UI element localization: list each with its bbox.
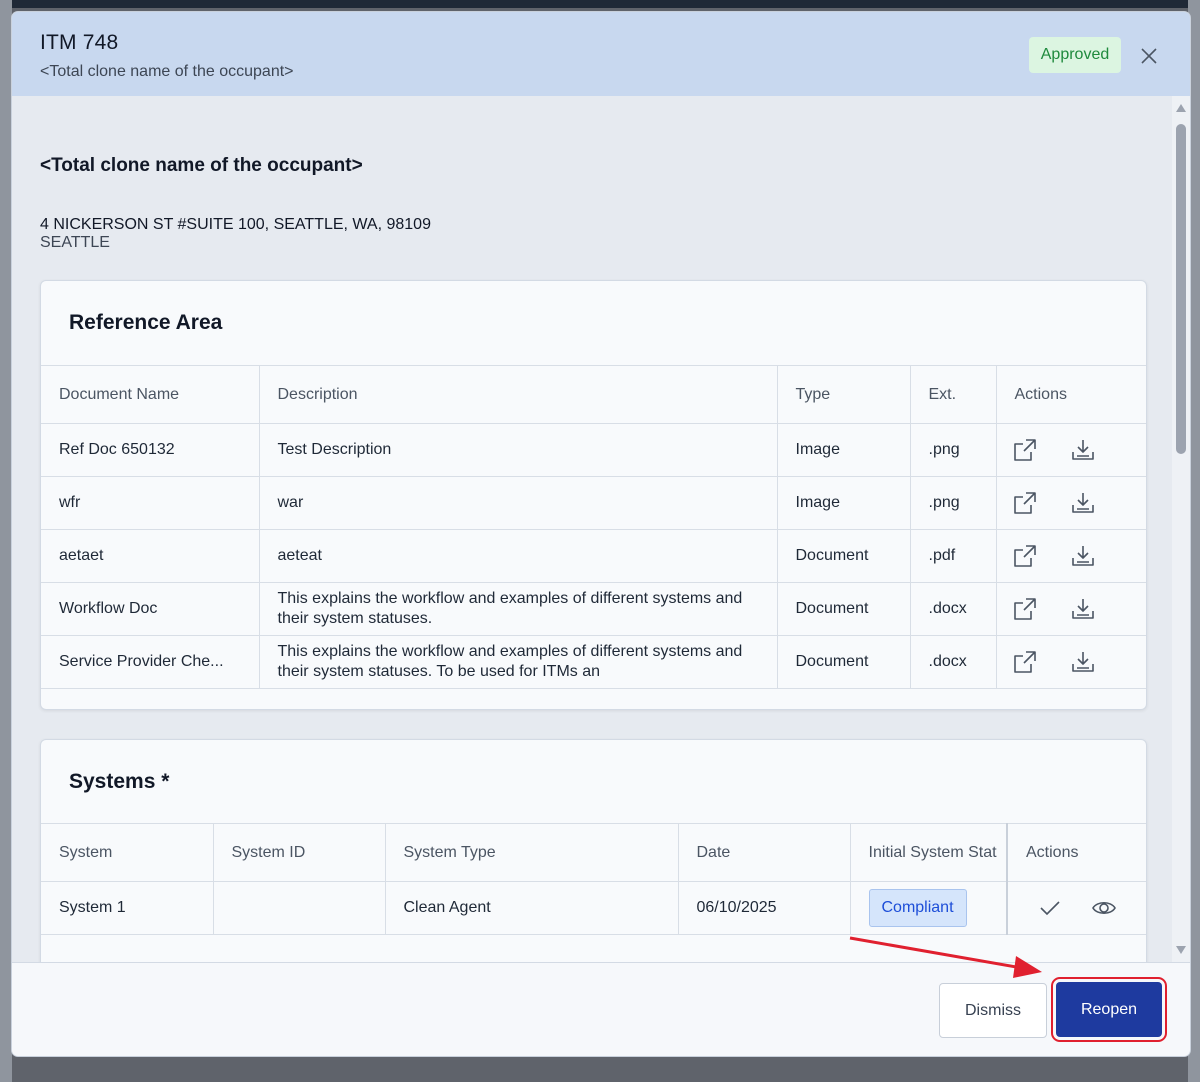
table-row: Service Provider Che... This explains the… xyxy=(41,635,1146,689)
download-icon[interactable] xyxy=(1069,595,1097,623)
column-header: Ext. xyxy=(910,365,997,424)
ext-cell: .docx xyxy=(910,582,997,636)
status-badge: Approved xyxy=(1029,37,1121,73)
type-cell: Document xyxy=(777,529,911,583)
backdrop-top-bar xyxy=(0,0,1200,8)
column-header: Date xyxy=(678,823,851,882)
column-header: System xyxy=(41,823,214,882)
column-header: System Type xyxy=(385,823,679,882)
ext-cell: .png xyxy=(910,423,997,477)
systems-table: System System ID System Type Date Initia… xyxy=(41,823,1146,935)
open-external-icon[interactable] xyxy=(1011,489,1039,517)
ext-cell: .png xyxy=(910,476,997,530)
download-icon[interactable] xyxy=(1069,436,1097,464)
description-cell: This explains the workflow and examples … xyxy=(259,635,778,689)
column-header: Actions xyxy=(996,365,1146,424)
table-row: aetaet aeteat Document .pdf xyxy=(41,529,1146,583)
download-icon[interactable] xyxy=(1069,648,1097,676)
actions-cell xyxy=(996,423,1146,477)
description-cell: aeteat xyxy=(259,529,778,583)
close-icon xyxy=(1141,48,1157,64)
modal-header: ITM 748 <Total clone name of the occupan… xyxy=(12,12,1190,96)
actions-cell xyxy=(996,476,1146,530)
ext-cell: .pdf xyxy=(910,529,997,583)
status-badge: Compliant xyxy=(868,889,967,927)
dismiss-button[interactable]: Dismiss xyxy=(939,983,1047,1038)
document-name-cell: wfr xyxy=(41,476,260,530)
reference-table: Document Name Description Type Ext. Acti… xyxy=(41,365,1146,689)
date-cell: 06/10/2025 xyxy=(678,881,851,935)
check-icon[interactable] xyxy=(1036,894,1064,922)
ext-cell: .docx xyxy=(910,635,997,689)
vertical-scrollbar[interactable] xyxy=(1172,96,1190,962)
systems-title: Systems * xyxy=(69,770,170,793)
document-name-cell: Service Provider Che... xyxy=(41,635,260,689)
actions-cell xyxy=(996,635,1146,689)
scroll-thumb[interactable] xyxy=(1176,124,1186,454)
document-name-cell: Workflow Doc xyxy=(41,582,260,636)
systems-card: Systems * System System ID System Type D… xyxy=(40,739,1147,962)
description-cell: This explains the workflow and examples … xyxy=(259,582,778,636)
scroll-down-arrow-icon[interactable] xyxy=(1176,946,1186,954)
actions-cell xyxy=(1007,881,1146,935)
document-name-cell: Ref Doc 650132 xyxy=(41,423,260,477)
open-external-icon[interactable] xyxy=(1011,595,1039,623)
modal-body: <Total clone name of the occupant> 4 NIC… xyxy=(12,96,1172,962)
type-cell: Image xyxy=(777,423,911,477)
description-cell: war xyxy=(259,476,778,530)
open-external-icon[interactable] xyxy=(1011,542,1039,570)
actions-cell xyxy=(996,529,1146,583)
modal-subtitle: <Total clone name of the occupant> xyxy=(40,63,294,80)
system-cell: System 1 xyxy=(41,881,214,935)
occupant-city: SEATTLE xyxy=(40,234,110,251)
open-external-icon[interactable] xyxy=(1011,648,1039,676)
occupant-address: 4 NICKERSON ST #SUITE 100, SEATTLE, WA, … xyxy=(40,216,431,233)
column-header: Type xyxy=(777,365,911,424)
backdrop-left-edge xyxy=(0,0,12,1082)
description-cell: Test Description xyxy=(259,423,778,477)
column-header: Document Name xyxy=(41,365,260,424)
type-cell: Document xyxy=(777,582,911,636)
reopen-button[interactable]: Reopen xyxy=(1051,977,1167,1042)
scroll-up-arrow-icon[interactable] xyxy=(1176,104,1186,112)
table-row: System 1 Clean Agent 06/10/2025 Compliant xyxy=(41,881,1146,935)
reference-area-title: Reference Area xyxy=(69,311,223,334)
eye-icon[interactable] xyxy=(1090,894,1118,922)
open-external-icon[interactable] xyxy=(1011,436,1039,464)
type-cell: Document xyxy=(777,635,911,689)
column-header: System ID xyxy=(213,823,386,882)
document-name-cell: aetaet xyxy=(41,529,260,583)
column-header: Initial System Stat xyxy=(850,823,1008,882)
modal-footer: Dismiss Reopen xyxy=(12,962,1190,1056)
reference-table-header: Document Name Description Type Ext. Acti… xyxy=(41,365,1146,424)
status-cell: Compliant xyxy=(850,881,1008,935)
table-row: wfr war Image .png xyxy=(41,476,1146,530)
occupant-name: <Total clone name of the occupant> xyxy=(40,155,363,176)
type-cell: Image xyxy=(777,476,911,530)
system-type-cell: Clean Agent xyxy=(385,881,679,935)
column-header: Description xyxy=(259,365,778,424)
system-id-cell xyxy=(213,881,386,935)
systems-table-header: System System ID System Type Date Initia… xyxy=(41,823,1146,882)
table-row: Workflow Doc This explains the workflow a… xyxy=(41,582,1146,636)
itm-modal: ITM 748 <Total clone name of the occupan… xyxy=(12,12,1190,1056)
download-icon[interactable] xyxy=(1069,542,1097,570)
close-button[interactable] xyxy=(1136,43,1162,69)
modal-title: ITM 748 xyxy=(40,31,119,54)
table-row: Ref Doc 650132 Test Description Image .png xyxy=(41,423,1146,477)
actions-cell xyxy=(996,582,1146,636)
reference-area-card: Reference Area Document Name Description… xyxy=(40,280,1147,710)
column-header: Actions xyxy=(1007,823,1146,882)
download-icon[interactable] xyxy=(1069,489,1097,517)
